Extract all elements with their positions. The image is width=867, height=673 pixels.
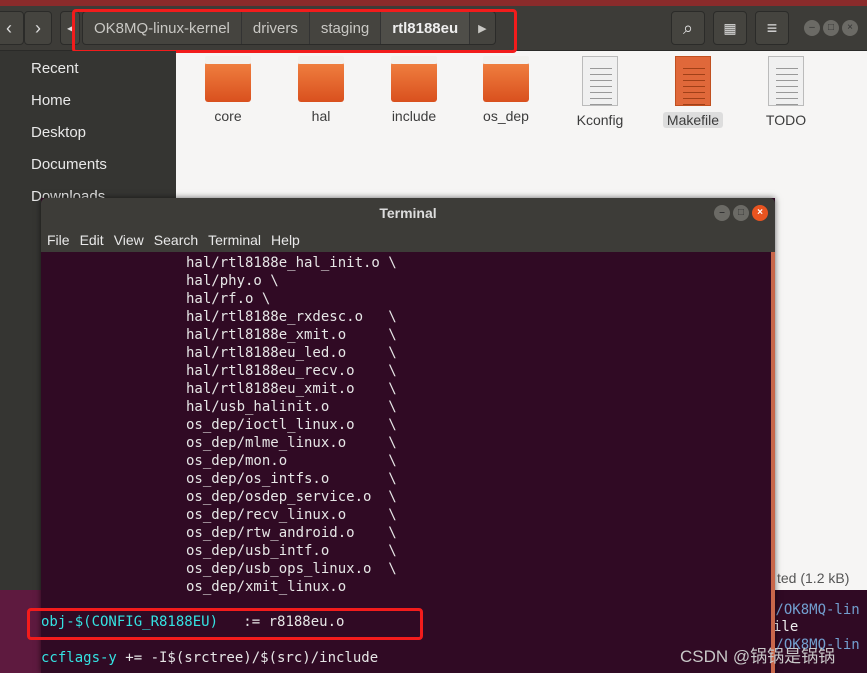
makefile-line: os_dep/osdep_service.o \ bbox=[186, 489, 397, 505]
title-text: Terminal bbox=[379, 205, 437, 221]
sidebar-item-recent[interactable]: Recent bbox=[31, 60, 79, 77]
makefile-line: hal/rtl8188eu_recv.o \ bbox=[186, 363, 397, 379]
makefile-line: hal/rtl8188eu_xmit.o \ bbox=[186, 381, 397, 397]
makefile-line: hal/rtl8188e_xmit.o \ bbox=[186, 327, 397, 343]
item-label: include bbox=[391, 108, 437, 124]
close-button[interactable]: × bbox=[752, 205, 768, 221]
menu-view[interactable]: View bbox=[114, 228, 144, 252]
makefile-line: hal/rtl8188eu_led.o \ bbox=[186, 345, 397, 361]
search-icon[interactable]: ⌕ bbox=[671, 11, 705, 45]
makefile-line: os_dep/recv_linux.o \ bbox=[186, 507, 397, 523]
item-label: core bbox=[214, 108, 242, 124]
back-line: ile bbox=[773, 619, 799, 635]
annotation-box bbox=[72, 9, 517, 53]
makefile-line: os_dep/usb_intf.o \ bbox=[186, 543, 397, 559]
folder-icon bbox=[391, 56, 437, 102]
folder-icon bbox=[205, 56, 251, 102]
makefile-line: os_dep/rtw_android.o \ bbox=[186, 525, 397, 541]
terminal-menubar: File Edit View Search Terminal Help bbox=[41, 228, 775, 252]
cflags-variable: ccflags-y bbox=[41, 650, 117, 666]
back-button[interactable]: ‹ bbox=[0, 11, 24, 45]
menu-terminal[interactable]: Terminal bbox=[208, 228, 261, 252]
makefile-line: hal/phy.o \ bbox=[186, 273, 279, 289]
item-label: os_dep bbox=[483, 108, 529, 124]
item-label: Kconfig bbox=[576, 112, 624, 128]
text-file-icon bbox=[582, 56, 618, 106]
folder-hal[interactable]: hal bbox=[286, 56, 356, 124]
menu-search[interactable]: Search bbox=[154, 228, 198, 252]
makefile-icon bbox=[675, 56, 711, 106]
item-label: TODO bbox=[765, 112, 807, 128]
makefile-line: os_dep/ioctl_linux.o \ bbox=[186, 417, 397, 433]
status-text: ted (1.2 kB) bbox=[777, 570, 850, 586]
close-button[interactable]: × bbox=[842, 20, 858, 36]
sidebar-item-documents[interactable]: Documents bbox=[31, 156, 107, 173]
menu-edit[interactable]: Edit bbox=[80, 228, 104, 252]
folder-icon bbox=[298, 56, 344, 102]
terminal-title: Terminal – □ × bbox=[41, 198, 775, 228]
folder-include[interactable]: include bbox=[379, 56, 449, 124]
makefile-line: os_dep/os_intfs.o \ bbox=[186, 471, 397, 487]
back-line: k/OK8MQ-lin bbox=[767, 602, 860, 618]
cflags-value: += -I$(srctree)/$(src)/include bbox=[116, 650, 379, 666]
file-kconfig[interactable]: Kconfig bbox=[565, 56, 635, 128]
item-label: Makefile bbox=[662, 112, 724, 128]
maximize-button[interactable]: □ bbox=[823, 20, 839, 36]
file-makefile[interactable]: Makefile bbox=[658, 56, 728, 128]
folder-core[interactable]: core bbox=[193, 56, 263, 124]
sidebar-item-desktop[interactable]: Desktop bbox=[31, 124, 86, 141]
makefile-line: hal/rtl8188e_hal_init.o \ bbox=[186, 255, 397, 271]
text-file-icon bbox=[768, 56, 804, 106]
menu-file[interactable]: File bbox=[47, 228, 70, 252]
makefile-line: hal/rf.o \ bbox=[186, 291, 271, 307]
makefile-line: os_dep/xmit_linux.o bbox=[186, 579, 347, 595]
folder-os-dep[interactable]: os_dep bbox=[471, 56, 541, 124]
sidebar-item-home[interactable]: Home bbox=[31, 92, 71, 109]
item-label: hal bbox=[311, 108, 331, 124]
terminal-window: Terminal – □ × File Edit View Search Ter… bbox=[41, 198, 775, 673]
minimize-button[interactable]: – bbox=[714, 205, 730, 221]
scrollbar[interactable] bbox=[771, 252, 775, 673]
forward-button[interactable]: › bbox=[24, 11, 52, 45]
menu-icon[interactable]: ≡ bbox=[755, 11, 789, 45]
makefile-line: os_dep/mon.o \ bbox=[186, 453, 397, 469]
file-todo[interactable]: TODO bbox=[751, 56, 821, 128]
maximize-button[interactable]: □ bbox=[733, 205, 749, 221]
menu-help[interactable]: Help bbox=[271, 228, 300, 252]
minimize-button[interactable]: – bbox=[804, 20, 820, 36]
watermark: CSDN @锅锅是锅锅 bbox=[680, 647, 836, 666]
view-toggle-icon[interactable]: ▦ bbox=[713, 11, 747, 45]
makefile-line: os_dep/usb_ops_linux.o \ bbox=[186, 561, 397, 577]
annotation-box bbox=[27, 608, 423, 640]
makefile-line: hal/rtl8188e_rxdesc.o \ bbox=[186, 309, 397, 325]
makefile-line: hal/usb_halinit.o \ bbox=[186, 399, 397, 415]
folder-icon bbox=[483, 56, 529, 102]
makefile-line: os_dep/mlme_linux.o \ bbox=[186, 435, 397, 451]
